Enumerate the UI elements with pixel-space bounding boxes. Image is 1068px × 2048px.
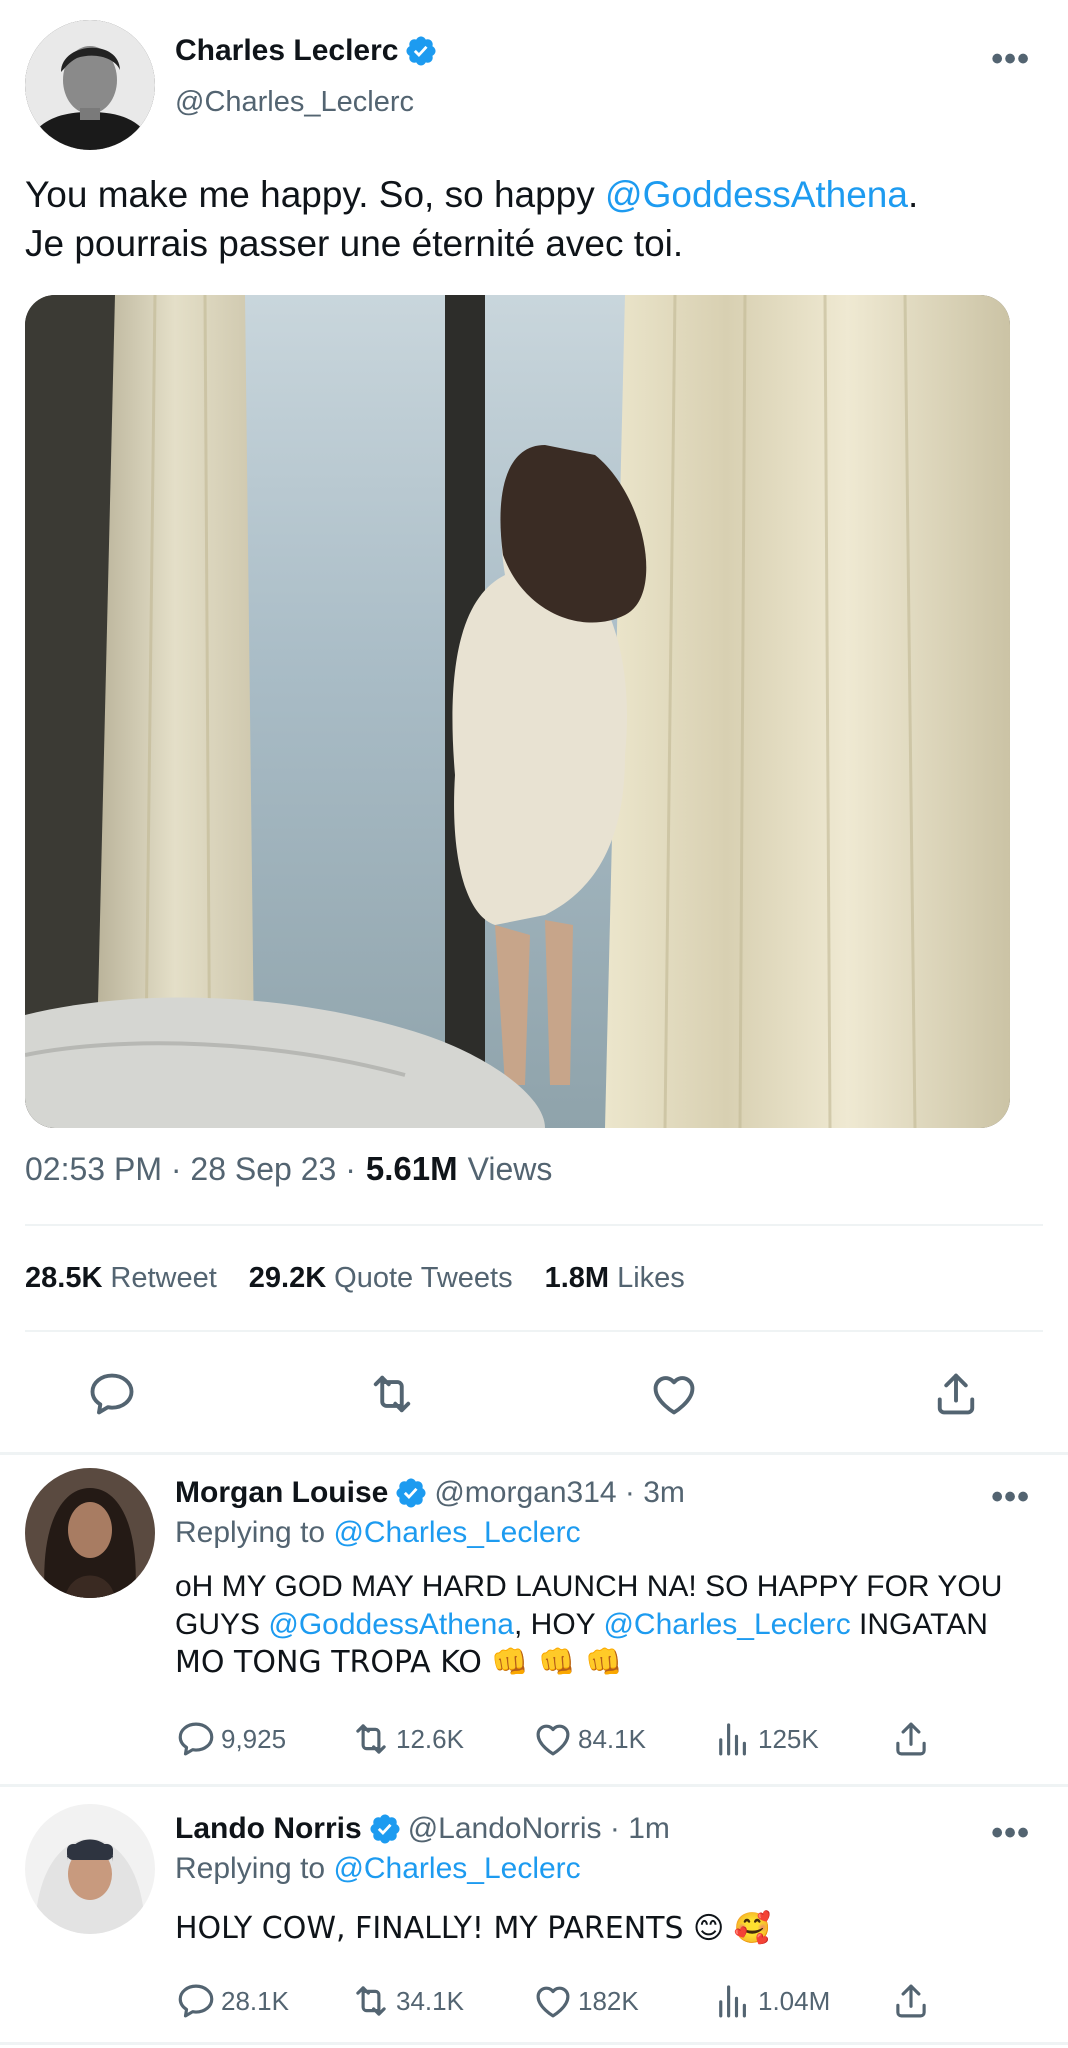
like-icon <box>532 1718 574 1760</box>
reply-count: 9,925 <box>221 1723 287 1754</box>
quotes-label: Quote Tweets <box>334 1262 513 1294</box>
verified-badge-icon <box>394 1476 428 1510</box>
views-count: 1.04M <box>758 1985 831 2016</box>
reply-text-part: GUYS <box>175 1608 269 1641</box>
mention-link[interactable]: @GoddessAthena <box>605 174 908 215</box>
replying-to: Replying to @Charles_Leclerc <box>175 1852 581 1886</box>
reply-actions: 28.1K 34.1K 182K 1.04M <box>0 1980 1068 2030</box>
author-avatar[interactable] <box>25 20 155 150</box>
like-button[interactable]: 84.1K <box>532 1718 646 1760</box>
retweet-count: 12.6K <box>396 1723 464 1754</box>
like-icon[interactable] <box>648 1368 700 1420</box>
tweet-text-line2: Je pourrais passer une éternité avec toi… <box>25 223 684 264</box>
share-button[interactable] <box>890 1980 932 2022</box>
replying-to-link[interactable]: @Charles_Leclerc <box>333 1516 580 1549</box>
retweet-icon[interactable] <box>366 1368 418 1420</box>
views-label: Views <box>467 1151 553 1187</box>
like-icon <box>532 1980 574 2022</box>
more-icon[interactable]: ••• <box>991 1814 1030 1853</box>
mention-link[interactable]: @Charles_Leclerc <box>603 1608 850 1641</box>
retweets-label: Retweet <box>110 1262 217 1294</box>
share-icon[interactable] <box>930 1368 982 1420</box>
divider <box>0 2042 1068 2045</box>
divider <box>0 1452 1068 1455</box>
likes-label: Likes <box>617 1262 685 1294</box>
retweets-stat[interactable]: 28.5K Retweet <box>25 1262 217 1295</box>
share-icon <box>890 1980 932 2022</box>
retweet-icon <box>350 1718 392 1760</box>
views-icon <box>712 1718 754 1760</box>
like-button[interactable]: 182K <box>532 1980 639 2022</box>
reply-avatar[interactable] <box>25 1804 155 1934</box>
tweet-text-part: . <box>907 174 919 215</box>
likes-stat[interactable]: 1.8M Likes <box>545 1262 685 1295</box>
retweet-icon <box>350 1980 392 2022</box>
reply-actions: 9,925 12.6K 84.1K 125K <box>0 1718 1068 1768</box>
retweet-button[interactable]: 34.1K <box>350 1980 464 2022</box>
retweets-count: 28.5K <box>25 1262 103 1294</box>
reply-text: HOLY COW, FINALLY! MY PARENTS 😊 🥰 <box>175 1911 772 1946</box>
views-count: 5.61M <box>365 1150 458 1187</box>
reply-author-handle[interactable]: @LandoNorris · 1m <box>408 1812 670 1846</box>
verified-badge-icon <box>368 1812 402 1846</box>
reply-button[interactable]: 28.1K <box>175 1980 289 2022</box>
tweet-text: You make me happy. So, so happy @Goddess… <box>25 170 1045 268</box>
likes-count: 1.8M <box>544 1262 610 1294</box>
author-name-row[interactable]: Charles Leclerc <box>175 34 438 68</box>
views-icon <box>712 1980 754 2022</box>
replying-prefix: Replying to <box>175 1852 326 1885</box>
quotes-count: 29.2K <box>248 1262 327 1294</box>
tweet-timestamp[interactable]: 02:53 PM · 28 Sep 23 · <box>25 1151 356 1188</box>
reply-button[interactable]: 9,925 <box>175 1718 286 1760</box>
more-icon[interactable]: ••• <box>991 40 1030 79</box>
tweet-actions <box>0 1360 1068 1430</box>
reply-icon <box>175 1980 217 2022</box>
tweet-meta: 02:53 PM · 28 Sep 23 · 5.61M Views <box>25 1150 552 1188</box>
tweet-text-part: You make me happy. So, so happy <box>25 174 606 215</box>
tweet-photo[interactable] <box>25 295 1010 1128</box>
replying-to: Replying to @Charles_Leclerc <box>175 1516 581 1550</box>
reply-author-name[interactable]: Lando Norris <box>175 1812 362 1846</box>
reply-author-name[interactable]: Morgan Louise <box>175 1476 388 1510</box>
reply-text-part: , HOY <box>513 1608 604 1641</box>
reply-text-line: MO TONG TROPA KO 👊 👊 👊 <box>175 1645 623 1680</box>
retweet-count: 34.1K <box>396 1985 464 2016</box>
reply-header: Lando Norris @LandoNorris · 1m <box>175 1812 670 1846</box>
more-icon[interactable]: ••• <box>991 1478 1030 1517</box>
reply-text-line: GUYS @GoddessAthena, HOY @Charles_Lecler… <box>175 1606 1055 1644</box>
reply-avatar[interactable] <box>25 1468 155 1598</box>
reply-icon[interactable] <box>86 1368 138 1420</box>
reply-author-handle[interactable]: @morgan314 · 3m <box>434 1476 685 1510</box>
tweet-stats: 28.5K Retweet 29.2K Quote Tweets 1.8M Likes <box>25 1262 685 1295</box>
divider <box>25 1224 1043 1226</box>
reply-icon <box>175 1718 217 1760</box>
divider <box>25 1330 1043 1332</box>
verified-badge-icon <box>404 34 438 68</box>
views-count: 125K <box>758 1723 819 1754</box>
like-count: 182K <box>578 1985 639 2016</box>
share-button[interactable] <box>890 1718 932 1760</box>
divider <box>0 1784 1068 1787</box>
views-button[interactable]: 1.04M <box>712 1980 830 2022</box>
share-icon <box>890 1718 932 1760</box>
replying-prefix: Replying to <box>175 1516 326 1549</box>
author-name[interactable]: Charles Leclerc <box>175 34 398 68</box>
reply-header: Morgan Louise @morgan314 · 3m <box>175 1476 685 1510</box>
views-button[interactable]: 125K <box>712 1718 819 1760</box>
mention-link[interactable]: @GoddessAthena <box>268 1608 514 1641</box>
author-handle[interactable]: @Charles_Leclerc <box>175 86 414 119</box>
reply-text-part: INGATAN <box>850 1608 988 1641</box>
reply-text-line: oH MY GOD MAY HARD LAUNCH NA! SO HAPPY F… <box>175 1570 1003 1603</box>
reply-text: oH MY GOD MAY HARD LAUNCH NA! SO HAPPY F… <box>175 1568 1055 1682</box>
like-count: 84.1K <box>578 1723 646 1754</box>
quotes-stat[interactable]: 29.2K Quote Tweets <box>249 1262 513 1295</box>
reply-count: 28.1K <box>221 1985 289 2016</box>
retweet-button[interactable]: 12.6K <box>350 1718 464 1760</box>
replying-to-link[interactable]: @Charles_Leclerc <box>333 1852 580 1885</box>
